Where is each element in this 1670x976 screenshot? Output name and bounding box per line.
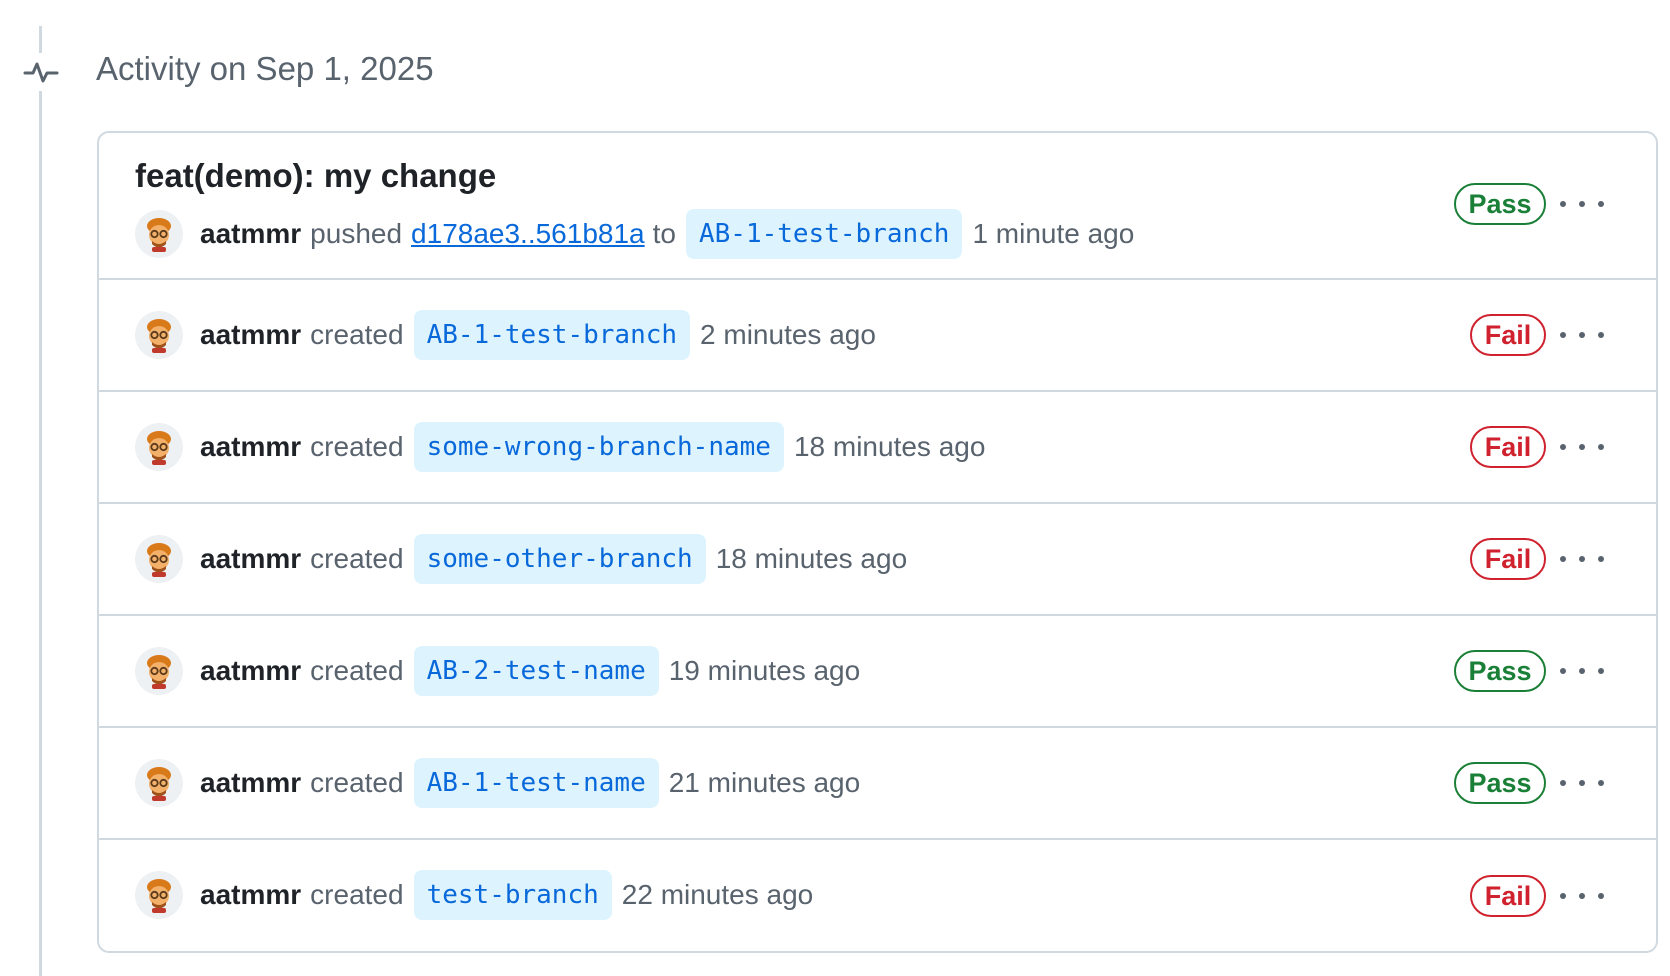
branch-label[interactable]: AB-1-test-branch bbox=[413, 310, 691, 360]
to-label: to bbox=[652, 218, 676, 249]
status-badge: Fail bbox=[1470, 538, 1546, 580]
branch-label[interactable]: some-wrong-branch-name bbox=[413, 422, 784, 472]
more-options-button[interactable] bbox=[1560, 886, 1604, 906]
status-badge: Fail bbox=[1470, 875, 1546, 917]
branch-label[interactable]: AB-1-test-branch bbox=[685, 209, 963, 259]
branch-label[interactable]: test-branch bbox=[413, 870, 612, 920]
event-row: aatmmr created AB-2-test-name 19 minutes… bbox=[99, 616, 1656, 728]
action-verb: created bbox=[310, 431, 404, 462]
commit-title: feat(demo): my change bbox=[135, 157, 497, 194]
username[interactable]: aatmmr bbox=[200, 767, 301, 799]
event-line: aatmmr created AB-2-test-name 19 minutes… bbox=[135, 643, 860, 699]
event-row: aatmmr created AB-1-test-branch 2 minute… bbox=[99, 280, 1656, 392]
user-avatar-icon[interactable] bbox=[135, 535, 183, 583]
action-verb: created bbox=[310, 879, 404, 910]
status-badge: Fail bbox=[1470, 426, 1546, 468]
timestamp: 18 minutes ago bbox=[793, 431, 986, 462]
timestamp: 22 minutes ago bbox=[621, 879, 814, 910]
activity-date-heading: Activity on Sep 1, 2025 bbox=[96, 50, 434, 87]
branch-label[interactable]: some-other-branch bbox=[413, 534, 706, 584]
status-badge: Pass bbox=[1454, 650, 1546, 692]
event-line: aatmmr created some-other-branch 18 minu… bbox=[135, 531, 907, 587]
commit-range-link[interactable]: d178ae3..561b81a bbox=[411, 218, 645, 250]
status-badge: Pass bbox=[1454, 762, 1546, 804]
user-avatar-icon[interactable] bbox=[135, 311, 183, 359]
user-avatar-icon[interactable] bbox=[135, 871, 183, 919]
more-options-button[interactable] bbox=[1560, 661, 1604, 681]
event-line: aatmmr created some-wrong-branch-name 18… bbox=[135, 419, 985, 475]
user-avatar-icon[interactable] bbox=[135, 210, 183, 258]
more-options-button[interactable] bbox=[1560, 437, 1604, 457]
event-row: aatmmr created test-branch 22 minutes ag… bbox=[99, 840, 1656, 951]
username[interactable]: aatmmr bbox=[200, 218, 301, 250]
branch-label[interactable]: AB-1-test-name bbox=[413, 758, 659, 808]
username[interactable]: aatmmr bbox=[200, 319, 301, 351]
event-row: aatmmr created some-wrong-branch-name 18… bbox=[99, 392, 1656, 504]
timestamp: 1 minute ago bbox=[972, 218, 1135, 249]
more-options-button[interactable] bbox=[1560, 549, 1604, 569]
more-options-button[interactable] bbox=[1560, 325, 1604, 345]
timestamp: 18 minutes ago bbox=[715, 543, 908, 574]
username[interactable]: aatmmr bbox=[200, 879, 301, 911]
event-line: aatmmr created test-branch 22 minutes ag… bbox=[135, 867, 813, 923]
status-badge: Fail bbox=[1470, 314, 1546, 356]
action-verb: created bbox=[310, 655, 404, 686]
username[interactable]: aatmmr bbox=[200, 431, 301, 463]
action-verb: pushed bbox=[310, 218, 403, 249]
status-badge: Pass bbox=[1454, 183, 1546, 225]
action-verb: created bbox=[310, 543, 404, 574]
more-options-button[interactable] bbox=[1560, 194, 1604, 214]
more-options-button[interactable] bbox=[1560, 773, 1604, 793]
push-row: feat(demo): my change aatmmr pushed d178… bbox=[99, 133, 1656, 280]
user-avatar-icon[interactable] bbox=[135, 423, 183, 471]
push-line: aatmmr pushed d178ae3..561b81a to AB-1-t… bbox=[135, 206, 1134, 262]
timestamp: 19 minutes ago bbox=[668, 655, 861, 686]
event-row: aatmmr created some-other-branch 18 minu… bbox=[99, 504, 1656, 616]
event-line: aatmmr created AB-1-test-branch 2 minute… bbox=[135, 307, 876, 363]
action-verb: created bbox=[310, 767, 404, 798]
user-avatar-icon[interactable] bbox=[135, 759, 183, 807]
timestamp: 21 minutes ago bbox=[668, 767, 861, 798]
user-avatar-icon[interactable] bbox=[135, 647, 183, 695]
username[interactable]: aatmmr bbox=[200, 543, 301, 575]
pulse-icon bbox=[22, 53, 60, 91]
timestamp: 2 minutes ago bbox=[700, 319, 876, 350]
branch-label[interactable]: AB-2-test-name bbox=[413, 646, 659, 696]
timeline-line bbox=[39, 26, 42, 976]
event-row: aatmmr created AB-1-test-name 21 minutes… bbox=[99, 728, 1656, 840]
action-verb: created bbox=[310, 319, 404, 350]
event-line: aatmmr created AB-1-test-name 21 minutes… bbox=[135, 755, 860, 811]
username[interactable]: aatmmr bbox=[200, 655, 301, 687]
activity-card: feat(demo): my change aatmmr pushed d178… bbox=[97, 131, 1658, 953]
